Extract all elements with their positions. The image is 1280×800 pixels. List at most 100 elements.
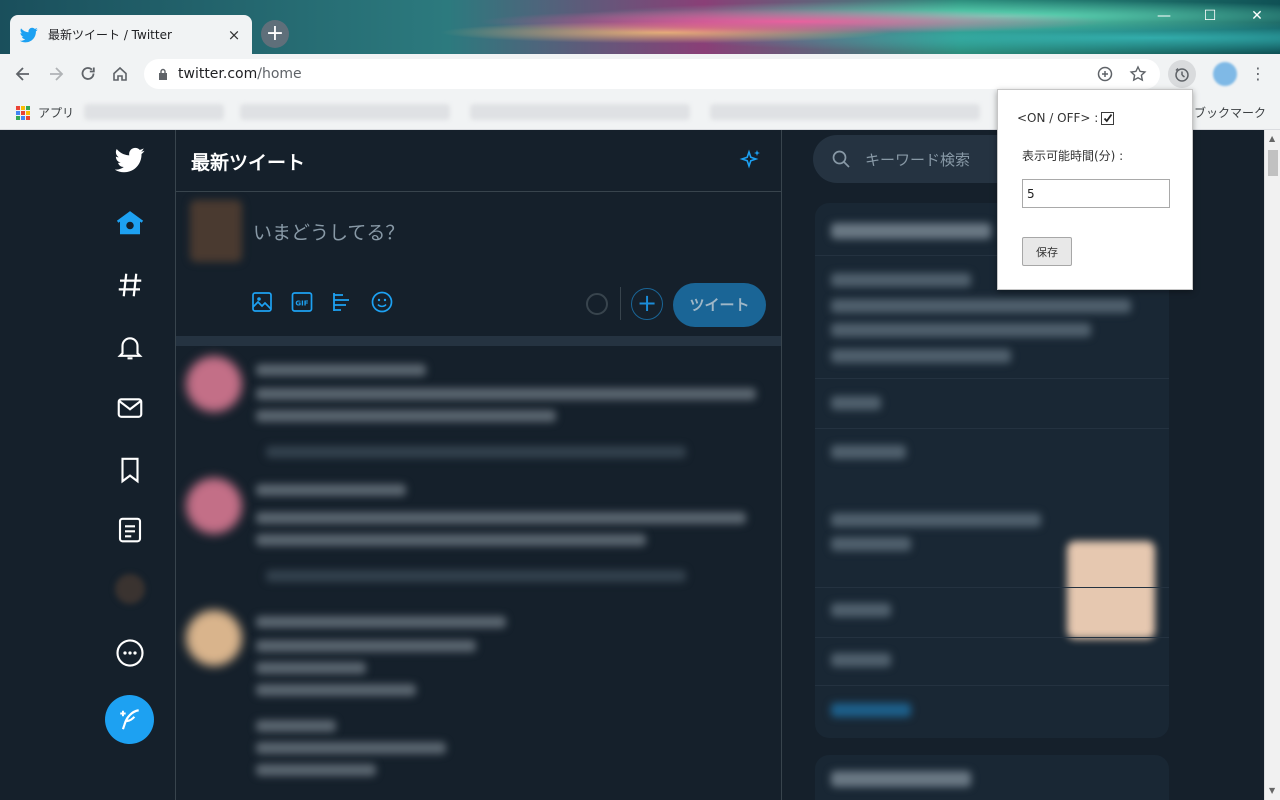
apps-shortcut[interactable]: アプリ <box>16 104 74 121</box>
tweet-actions <box>266 570 686 582</box>
tweet-item[interactable] <box>176 346 783 474</box>
close-window-icon[interactable]: ✕ <box>1247 8 1267 24</box>
trend-item[interactable] <box>831 513 1041 527</box>
forward-icon[interactable] <box>46 64 66 84</box>
tweet-text <box>256 534 646 546</box>
trend-item[interactable] <box>831 299 1131 313</box>
svg-text:GIF: GIF <box>295 300 308 308</box>
url-text: twitter.com/home <box>178 66 302 82</box>
save-button[interactable]: 保存 <box>1022 237 1072 266</box>
compose-box: いまどうしてる？ GIF + ツイート <box>176 192 781 336</box>
lists-icon[interactable] <box>115 515 145 545</box>
tweet-text <box>256 662 366 674</box>
poll-icon[interactable] <box>330 290 354 314</box>
trend-item[interactable] <box>831 603 891 617</box>
gif-icon[interactable]: GIF <box>290 290 314 314</box>
trend-thumbnail[interactable] <box>1067 541 1155 639</box>
url-path: /home <box>257 66 302 82</box>
compose-input[interactable]: いまどうしてる？ <box>253 218 404 245</box>
star-bookmark-icon[interactable] <box>1129 65 1147 83</box>
zoom-icon[interactable] <box>1096 65 1114 83</box>
trend-item[interactable] <box>831 273 971 287</box>
bookmark-item[interactable] <box>240 104 450 120</box>
twitter-favicon-icon <box>20 27 38 42</box>
reload-icon[interactable] <box>78 64 98 84</box>
notifications-bell-icon[interactable] <box>115 332 145 362</box>
compose-divider <box>620 287 621 320</box>
trend-item[interactable] <box>831 396 881 410</box>
browser-menu-icon[interactable]: ⋮ <box>1250 64 1266 83</box>
media-image-icon[interactable] <box>250 290 274 314</box>
tweet-avatar <box>186 478 242 534</box>
timeline-spacer <box>176 336 781 346</box>
tweet-avatar <box>186 610 242 666</box>
page-scrollbar[interactable]: ▲ ▼ <box>1264 130 1280 800</box>
on-off-checkbox[interactable] <box>1101 111 1115 125</box>
timer-extension-icon <box>1175 67 1189 82</box>
tweet-text <box>256 616 506 628</box>
explore-hashtag-icon[interactable] <box>115 270 145 300</box>
tweet-text <box>256 410 556 422</box>
twitter-logo-icon[interactable] <box>115 145 145 175</box>
tab-close-icon[interactable]: × <box>226 26 242 44</box>
home-nav-icon[interactable] <box>115 208 145 238</box>
trend-item[interactable] <box>831 445 906 459</box>
show-more-link[interactable] <box>831 703 911 717</box>
browser-tab[interactable]: 最新ツイート / Twitter × <box>10 15 252 54</box>
address-bar[interactable]: twitter.com/home <box>144 59 1160 89</box>
tweet-item[interactable] <box>176 600 783 800</box>
trend-divider <box>815 428 1169 429</box>
add-thread-button[interactable]: + <box>631 288 663 320</box>
back-icon[interactable] <box>13 64 33 84</box>
main-timeline: 最新ツイート いまどうしてる？ GIF + ツイート <box>175 130 782 800</box>
maximize-icon[interactable]: ☐ <box>1200 8 1220 24</box>
compose-tweet-button[interactable] <box>105 695 154 744</box>
scroll-up-icon[interactable]: ▲ <box>1269 134 1275 143</box>
home-icon[interactable] <box>110 64 130 84</box>
tweet-text <box>256 364 426 376</box>
profile-avatar[interactable] <box>1213 62 1237 86</box>
bookmark-item[interactable] <box>84 104 224 120</box>
url-domain: twitter.com <box>178 66 258 82</box>
trend-divider <box>815 587 1169 588</box>
trend-divider <box>815 378 1169 379</box>
trend-item[interactable] <box>831 653 891 667</box>
tweet-text <box>256 512 746 524</box>
bookmarks-icon[interactable] <box>115 455 145 485</box>
search-placeholder: キーワード検索 <box>865 150 971 169</box>
profile-nav-avatar[interactable] <box>115 574 145 604</box>
left-navigation <box>100 130 174 800</box>
tweet-text <box>256 720 336 732</box>
feather-compose-icon <box>119 708 139 730</box>
time-limit-label: 表示可能時間(分) : <box>1022 149 1124 163</box>
trend-item[interactable] <box>831 537 911 551</box>
tweet-text <box>256 764 376 776</box>
sparkle-top-tweets-icon[interactable] <box>739 148 763 172</box>
checkmark-icon <box>1103 113 1113 123</box>
tab-title: 最新ツイート / Twitter <box>48 28 172 42</box>
emoji-icon[interactable] <box>370 290 394 314</box>
browser-titlebar: 最新ツイート / Twitter × + — ☐ ✕ <box>0 0 1280 54</box>
minimize-icon[interactable]: — <box>1154 8 1174 24</box>
extension-button[interactable] <box>1168 60 1196 88</box>
tweet-item[interactable] <box>176 474 783 592</box>
tweet-avatar <box>186 356 242 412</box>
bookmark-item[interactable] <box>470 104 690 120</box>
trend-item[interactable] <box>831 349 1011 363</box>
timeline-header: 最新ツイート <box>176 130 781 192</box>
extension-popup: <ON / OFF> : 表示可能時間(分) : 保存 <box>997 89 1193 290</box>
character-count-ring <box>586 293 608 315</box>
tweet-text <box>256 684 416 696</box>
time-limit-input[interactable] <box>1022 179 1170 208</box>
tweet-text <box>256 640 476 652</box>
bookmark-item[interactable] <box>710 104 980 120</box>
messages-envelope-icon[interactable] <box>115 393 145 423</box>
trend-item[interactable] <box>831 323 1091 337</box>
more-options-icon[interactable] <box>115 638 145 668</box>
panel-heading <box>831 771 971 787</box>
scrollbar-thumb[interactable] <box>1268 150 1278 176</box>
tweet-button[interactable]: ツイート <box>673 283 766 327</box>
scroll-down-icon[interactable]: ▼ <box>1269 786 1275 795</box>
new-tab-button[interactable]: + <box>261 20 289 48</box>
trends-heading <box>831 223 991 239</box>
